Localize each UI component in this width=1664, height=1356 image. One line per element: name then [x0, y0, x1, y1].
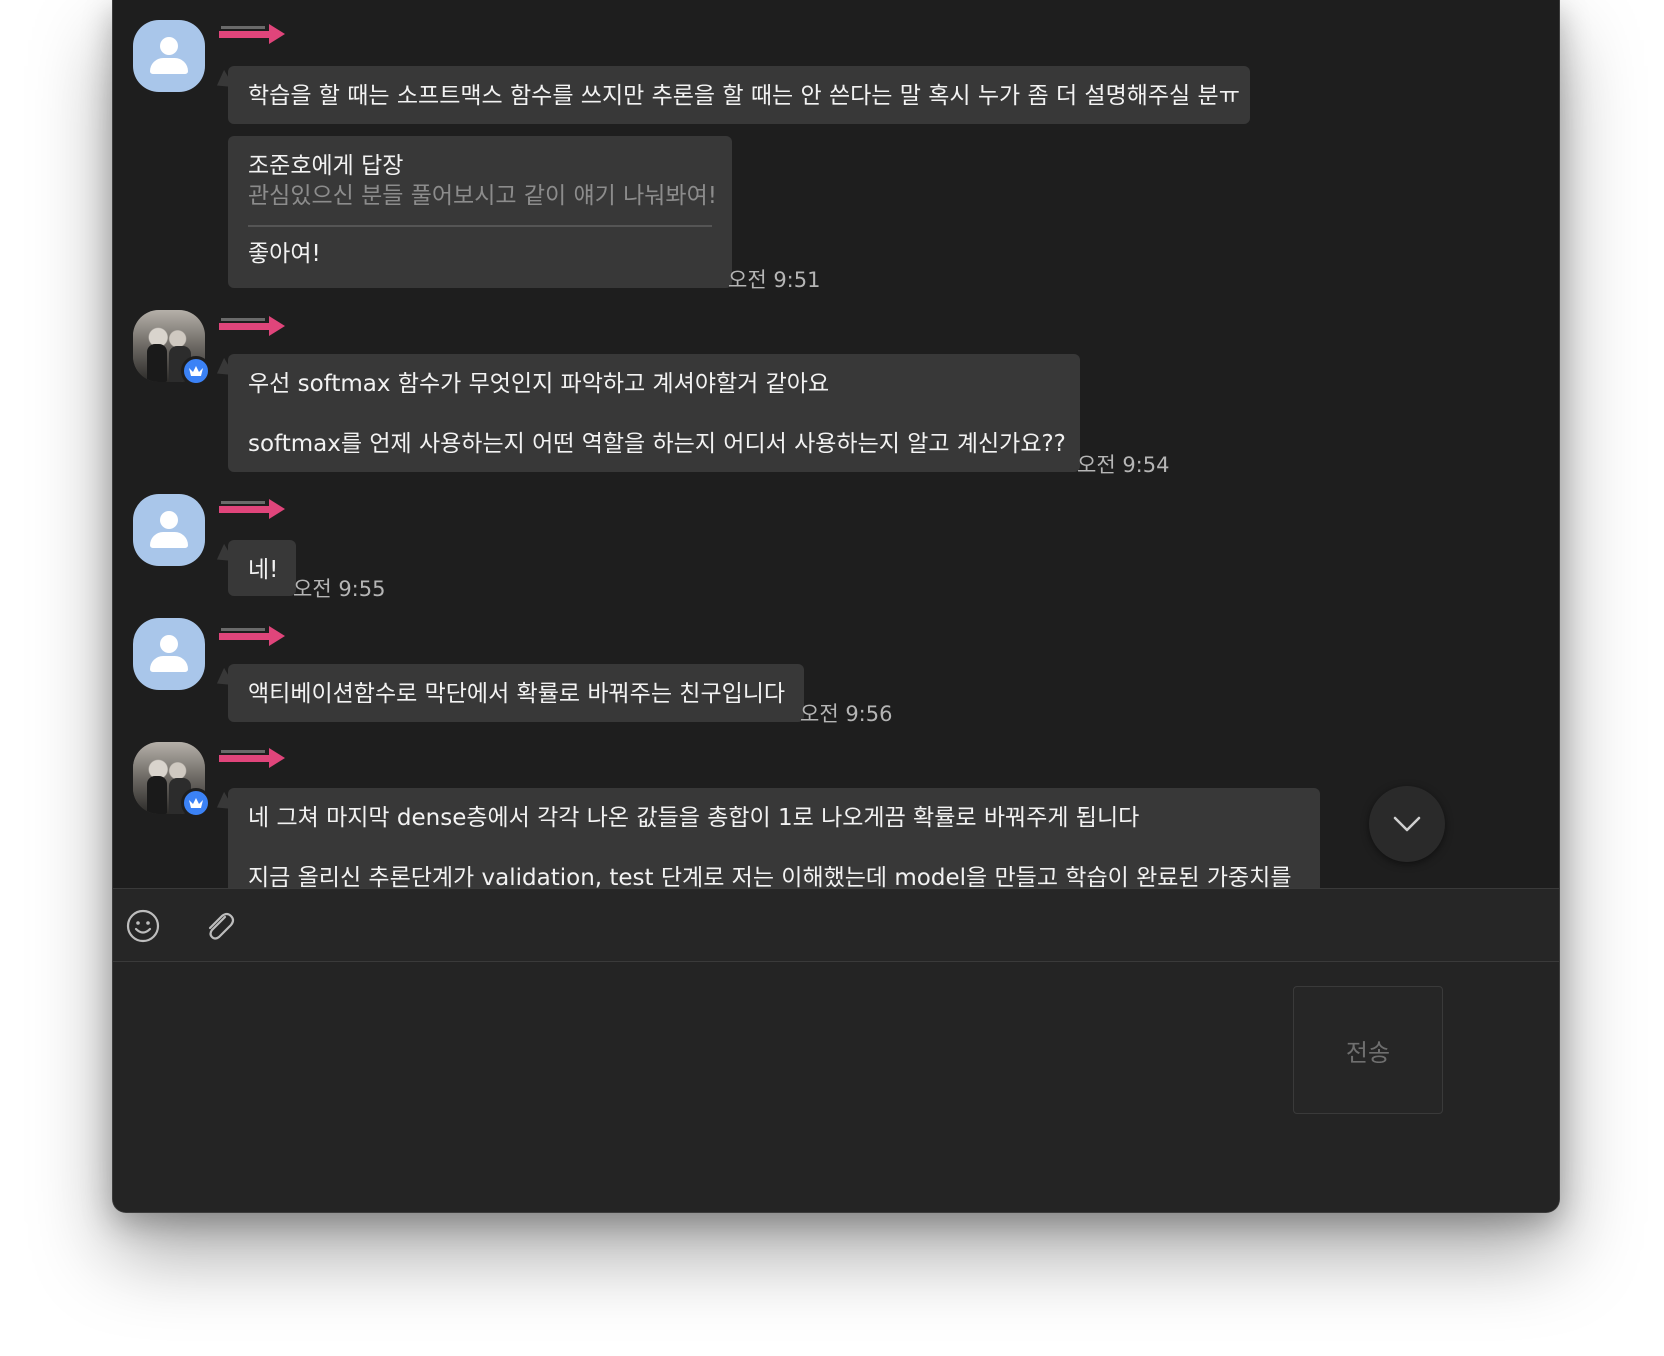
message-text: 학습을 할 때는 소프트맥스 함수를 쓰지만 추론을 할 때는 안 쓴다는 말 …	[248, 83, 1240, 109]
paperclip-icon[interactable]	[201, 908, 237, 944]
redacted-name-arrow	[219, 499, 285, 519]
chevron-down-icon	[1393, 816, 1421, 832]
avatar[interactable]	[133, 310, 211, 386]
message-bubble[interactable]: 액티베이션함수로 막단에서 확률로 바꿔주는 친구입니다	[228, 664, 804, 722]
message-text: 우선 softmax 함수가 무엇인지 파악하고 계셔야할거 같아요	[248, 371, 830, 397]
message-list[interactable]: 학습을 할 때는 소프트맥스 함수를 쓰지만 추론을 할 때는 안 쓴다는 말 …	[113, 0, 1559, 946]
message-input[interactable]: 전송	[113, 962, 1559, 1212]
message-text: 좋아여!	[248, 241, 321, 267]
redacted-name-arrow	[219, 748, 285, 768]
message-bubble[interactable]: 학습을 할 때는 소프트맥스 함수를 쓰지만 추론을 할 때는 안 쓴다는 말 …	[228, 66, 1250, 124]
redacted-name-arrow	[219, 626, 285, 646]
send-button[interactable]: 전송	[1293, 986, 1443, 1114]
message-timestamp: 오전 9:55	[293, 577, 386, 601]
crown-icon	[181, 356, 211, 386]
avatar[interactable]	[133, 494, 205, 566]
avatar[interactable]	[133, 742, 211, 818]
message-bubble[interactable]: 우선 softmax 함수가 무엇인지 파악하고 계셔야할거 같아요 softm…	[228, 354, 1080, 472]
message-timestamp: 오전 9:51	[728, 268, 821, 292]
reply-quote: 관심있으신 분들 풀어보시고 같이 얘기 나눠봐여!	[248, 183, 717, 209]
crown-icon	[181, 788, 211, 818]
redacted-name-arrow	[219, 316, 285, 336]
scroll-to-bottom-button[interactable]	[1369, 786, 1445, 862]
message-timestamp: 오전 9:54	[1077, 453, 1170, 477]
redacted-name-arrow	[219, 24, 285, 44]
message-text: softmax를 언제 사용하는지 어떤 역할을 하는지 어디서 사용하는지 알…	[248, 431, 1066, 457]
avatar[interactable]	[133, 20, 205, 92]
avatar[interactable]	[133, 618, 205, 690]
message-text: 액티베이션함수로 막단에서 확률로 바꿔주는 친구입니다	[248, 681, 786, 707]
chat-window: 학습을 할 때는 소프트맥스 함수를 쓰지만 추론을 할 때는 안 쓴다는 말 …	[112, 0, 1560, 1213]
smiley-icon[interactable]	[125, 908, 161, 944]
reply-divider	[248, 225, 712, 227]
composer-toolbar	[113, 888, 1559, 962]
message-timestamp: 오전 9:56	[800, 702, 893, 726]
reply-header: 조준호에게 답장	[248, 153, 404, 179]
message-text: 네 그쳐 마지막 dense층에서 각각 나온 값들을 총합이 1로 나오게끔 …	[248, 805, 1140, 831]
reply-message-bubble[interactable]: 조준호에게 답장 관심있으신 분들 풀어보시고 같이 얘기 나눠봐여! 좋아여!	[228, 136, 732, 288]
message-bubble[interactable]: 네!	[228, 540, 296, 596]
message-text: 네!	[248, 557, 279, 583]
